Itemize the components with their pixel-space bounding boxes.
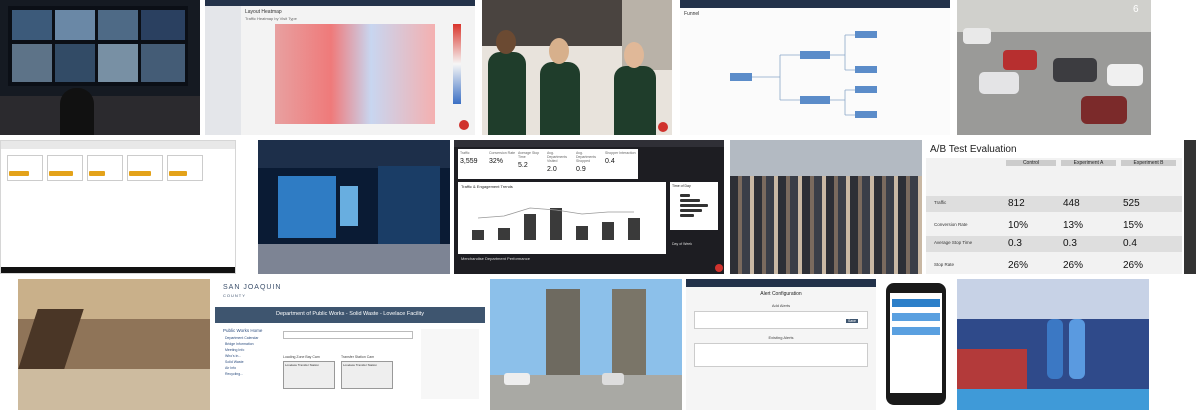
funnel-tree: [730, 31, 877, 118]
ab-cell: 0.3: [1063, 238, 1077, 249]
ab-cell: 812: [1008, 198, 1025, 209]
add-alerts-title: Add Alerts: [771, 303, 791, 308]
photo-control-room: [0, 0, 200, 135]
heatmap-floorplan: [275, 24, 435, 124]
ab-col-control: Control: [1006, 160, 1056, 166]
cam-title-1: Loading Zone Bay Cam: [283, 355, 320, 359]
screenshot-funnel: Funnel: [680, 0, 950, 135]
screenshot-layout-heatmap: Layout Heatmap Traffic Heatmap by Visit …: [205, 0, 475, 135]
ab-test-title: A/B Test Evaluation: [930, 144, 1017, 155]
kpi-depts-visited: Avg. Departments Visited 2.0: [547, 151, 568, 173]
department-banner: Department of Public Works - Solid Waste…: [276, 311, 424, 317]
record-icon: [715, 264, 723, 272]
ab-cell: 448: [1063, 198, 1080, 209]
sidebar-item[interactable]: Solid Waste: [225, 360, 244, 364]
ab-cell: 15%: [1123, 220, 1144, 231]
record-icon: [658, 122, 668, 132]
alert-config-title: Alert Configuration: [760, 291, 802, 297]
sidebar-item[interactable]: Department Calendar: [225, 336, 258, 340]
kpi-interaction: Shopper Interaction 0.4: [605, 151, 636, 165]
sidebar-item[interactable]: Air Info: [225, 366, 236, 370]
screenshot-status-cards: [0, 140, 236, 274]
ab-cell: 10%: [1008, 220, 1029, 231]
dept-title: Merchandise Department Performance: [461, 256, 530, 261]
ab-row-label: Stop Rate: [934, 262, 955, 267]
cam-title-2: Transfer Station Cam: [341, 355, 375, 359]
existing-alerts-title: Existing Alerts: [768, 335, 794, 340]
kpi-stop-time: Average Stop Time 5.2: [518, 151, 540, 169]
cam-caption-2: Lovelace Transfer Station: [343, 363, 378, 367]
county-logo-sub: COUNTY: [223, 293, 246, 298]
image-grid: Layout Heatmap Traffic Heatmap by Visit …: [0, 0, 1200, 413]
trends-title: Traffic & Engagement Trends: [461, 184, 513, 189]
sidebar-item[interactable]: Meeting Info: [225, 348, 244, 352]
ab-cell: 26%: [1063, 260, 1084, 271]
sidebar-item[interactable]: Recycling...: [225, 372, 243, 376]
heatmap-legend: [453, 24, 461, 104]
photo-crowd-queue: [730, 140, 922, 274]
screenshot-retail-dashboard: Traffic 3,559 Conversion Rate 32% Averag…: [454, 140, 724, 274]
ab-col-exp-b: Experiment B: [1121, 160, 1176, 166]
ab-cell: 525: [1123, 198, 1140, 209]
screenshot-alert-config: Alert Configuration Add Alerts Save Exis…: [686, 279, 876, 410]
record-icon: [459, 120, 469, 130]
photo-street-traffic: 6: [957, 0, 1151, 135]
photo-mobile-app: [878, 279, 952, 410]
cam-caption-1: Lovelace Transfer Station: [285, 363, 320, 367]
photo-retail-store: [957, 279, 1149, 410]
photo-drawbridge: [490, 279, 682, 410]
ab-cell: 26%: [1008, 260, 1029, 271]
screenshot-san-joaquin: SAN JOAQUIN COUNTY Department of Public …: [215, 279, 485, 410]
heatmap-title: Layout Heatmap: [245, 9, 282, 15]
ab-row-label: Average Stop Time: [934, 240, 973, 245]
ab-cell: 26%: [1123, 260, 1144, 271]
kpi-traffic: Traffic 3,559: [460, 151, 478, 165]
sidebar-item[interactable]: Who's in...: [225, 354, 241, 358]
ab-cell: 0.3: [1008, 238, 1022, 249]
ab-cell: 0.4: [1123, 238, 1137, 249]
heatmap-subtitle: Traffic Heatmap by Visit Type: [245, 16, 297, 21]
camera-badge: 6: [1133, 4, 1139, 15]
time-of-day-title: Time of Day: [672, 184, 691, 188]
kpi-conversion: Conversion Rate 32%: [489, 151, 516, 165]
kpi-depts-shopped: Avg. Departments Shopped 0.9: [576, 151, 597, 173]
screenshot-ab-test: A/B Test Evaluation Control Experiment A…: [926, 140, 1196, 274]
sidebar-title: Public Works Home: [223, 328, 263, 333]
ab-row-label: Conversion Rate: [934, 222, 968, 227]
ab-row-label: Traffic: [934, 200, 947, 205]
ab-cell: 13%: [1063, 220, 1084, 231]
photo-store-associates: [482, 0, 672, 135]
sidebar-item[interactable]: Bridge Information: [225, 342, 254, 346]
county-logo: SAN JOAQUIN: [223, 284, 282, 291]
photo-mall-atrium: [18, 279, 210, 410]
day-of-week-title: Day of Week: [672, 242, 692, 246]
trends-chart: [472, 207, 640, 240]
photo-store-interior: [258, 140, 450, 274]
ab-col-exp-a: Experiment A: [1061, 160, 1116, 166]
save-button[interactable]: Save: [846, 319, 858, 323]
